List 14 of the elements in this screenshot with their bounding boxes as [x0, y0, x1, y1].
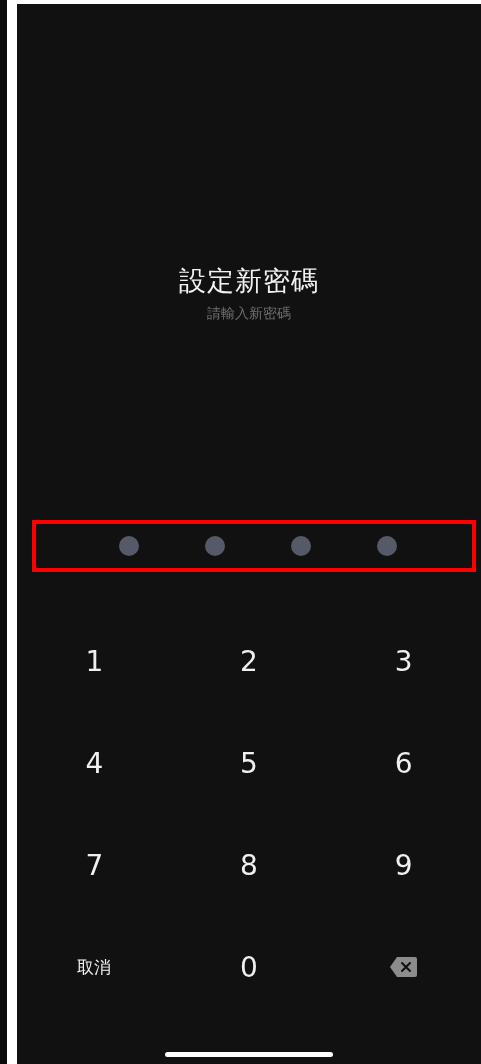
page-subtitle: 請輸入新密碼: [206, 304, 292, 322]
page-title: 設定新密碼: [178, 264, 320, 298]
digit-key[interactable]: 9: [386, 844, 421, 886]
digit-key[interactable]: 5: [232, 742, 266, 784]
backspace-icon[interactable]: [389, 956, 419, 978]
cancel-button[interactable]: 取消: [69, 951, 120, 983]
digit-key[interactable]: 1: [77, 640, 112, 682]
digit-key[interactable]: 7: [77, 844, 112, 886]
digit-key[interactable]: 2: [232, 640, 266, 682]
digit-key[interactable]: 0: [232, 946, 266, 988]
digit-key[interactable]: 6: [386, 742, 421, 784]
digit-key[interactable]: 3: [386, 640, 421, 682]
digit-key[interactable]: 8: [232, 844, 266, 886]
digit-key[interactable]: 4: [77, 742, 112, 784]
